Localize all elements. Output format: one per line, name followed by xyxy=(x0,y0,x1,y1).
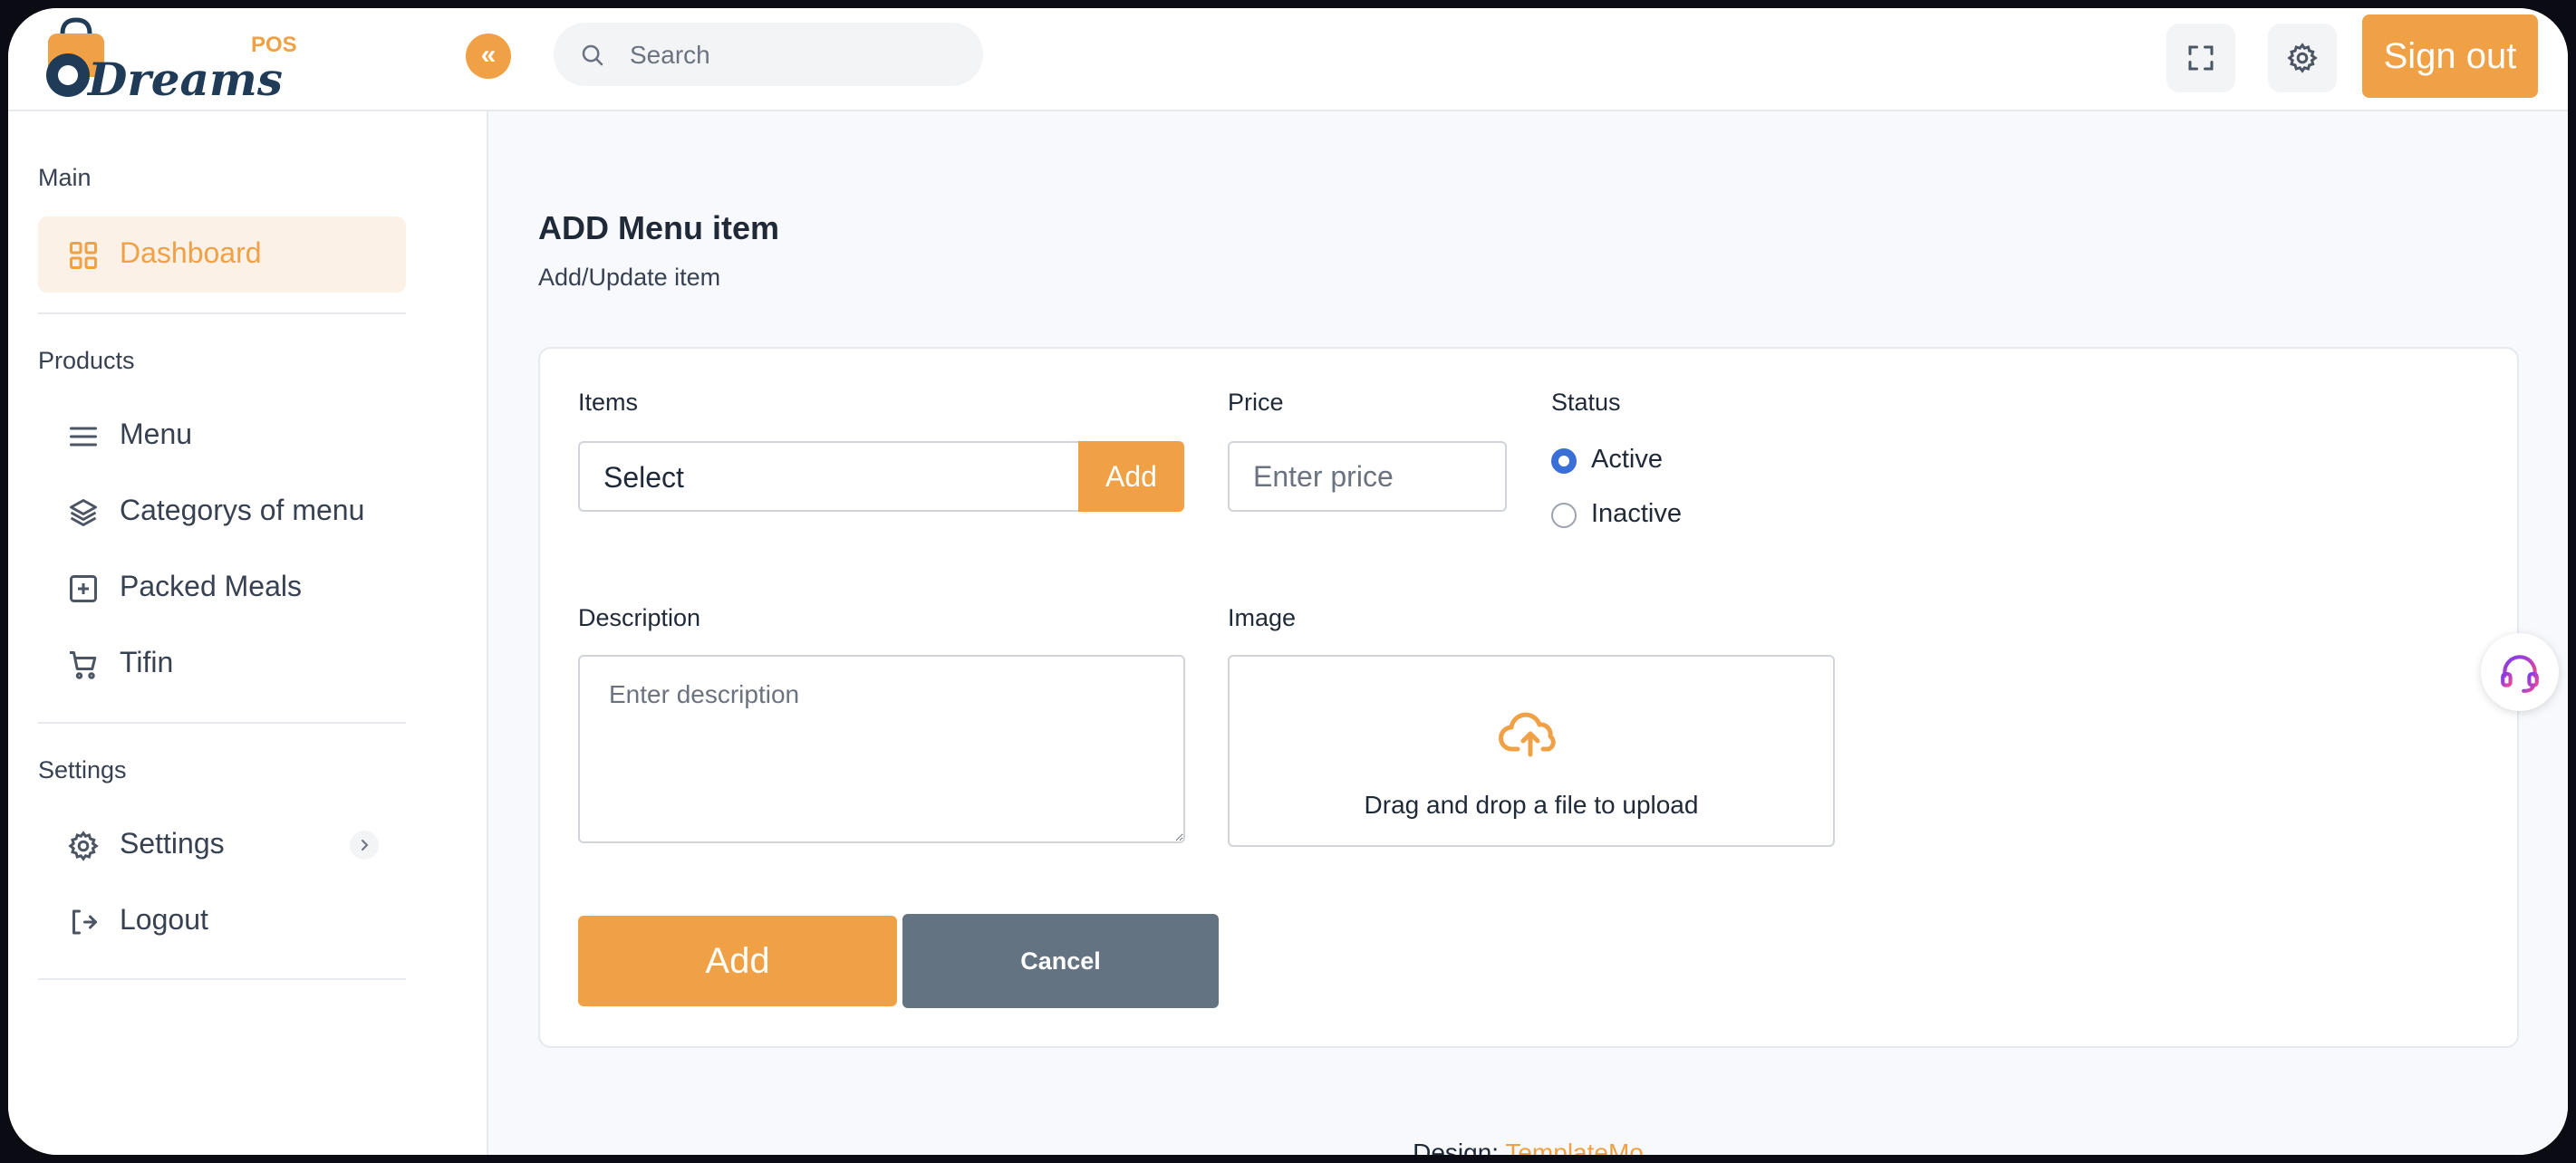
main-content: ADD Menu item Add/Update item Items Sele… xyxy=(488,111,2568,1155)
search-icon xyxy=(582,44,603,66)
cloud-upload-icon xyxy=(1499,712,1556,757)
search-bar[interactable] xyxy=(554,23,983,86)
price-input[interactable] xyxy=(1228,441,1507,512)
double-chevron-left-icon: « xyxy=(480,40,497,70)
upload-text: Drag and drop a file to upload xyxy=(1364,791,1699,819)
logo-badge: POS xyxy=(251,33,297,57)
fullscreen-icon xyxy=(2188,45,2214,71)
description-label: Description xyxy=(578,604,701,631)
image-dropzone[interactable]: Drag and drop a file to upload xyxy=(1228,655,1835,847)
app-window: Dreams POS « Sign out xyxy=(8,8,2568,1155)
logo-text: Dreams xyxy=(86,53,283,103)
description-textarea[interactable] xyxy=(578,655,1185,843)
logout-icon xyxy=(72,909,97,935)
sidebar-item-categories[interactable]: Categorys of menu xyxy=(38,474,406,550)
headset-icon xyxy=(2501,655,2539,693)
footer: Design: TemplateMo xyxy=(488,1139,2568,1155)
image-label: Image xyxy=(1228,604,1297,631)
menu-lines-icon xyxy=(70,427,97,447)
settings-button[interactable] xyxy=(2268,24,2337,92)
app-root: Dreams POS « Sign out xyxy=(8,8,2568,1155)
gear-icon xyxy=(68,831,99,861)
sidebar-section-main: Main xyxy=(38,164,92,191)
sidebar-divider xyxy=(38,978,406,980)
status-active-radio[interactable] xyxy=(1551,448,1577,474)
sidebar-item-label: Logout xyxy=(120,903,208,936)
fullscreen-button[interactable] xyxy=(2166,24,2235,92)
page-title: ADD Menu item xyxy=(538,209,780,246)
sidebar-item-label: Dashboard xyxy=(120,236,262,269)
search-input[interactable] xyxy=(628,34,958,77)
items-select[interactable]: Select xyxy=(578,441,1078,512)
sidebar-item-menu[interactable]: Menu xyxy=(38,398,406,474)
gear-icon xyxy=(2287,43,2318,73)
menu-item-form: Items Select Add Price Status Active Ina… xyxy=(538,347,2519,1048)
sidebar-section-settings: Settings xyxy=(38,756,127,783)
plus-square-icon xyxy=(70,575,97,602)
status-label: Status xyxy=(1551,389,1621,416)
footer-link[interactable]: TemplateMo xyxy=(1505,1139,1644,1155)
status-inactive-label[interactable]: Inactive xyxy=(1591,499,1682,529)
status-inactive-radio[interactable] xyxy=(1551,503,1577,528)
sidebar-item-label: Packed Meals xyxy=(120,570,302,602)
brand-logo[interactable]: Dreams POS xyxy=(41,17,313,103)
sidebar-item-label: Menu xyxy=(120,418,193,450)
price-label: Price xyxy=(1228,389,1284,416)
status-active-label[interactable]: Active xyxy=(1591,445,1663,475)
sidebar-item-settings[interactable]: Settings xyxy=(38,807,406,883)
sidebar-item-packed-meals[interactable]: Packed Meals xyxy=(38,550,406,626)
cart-icon xyxy=(70,651,97,679)
support-chat-button[interactable] xyxy=(2481,633,2559,711)
sidebar-item-label: Tifin xyxy=(120,646,174,678)
sidebar-item-logout[interactable]: Logout xyxy=(38,883,406,959)
sidebar-item-label: Settings xyxy=(120,827,225,860)
add-item-button[interactable]: Add xyxy=(1078,441,1184,512)
sidebar-divider xyxy=(38,722,406,724)
collapse-sidebar-button[interactable]: « xyxy=(466,34,511,79)
chevron-right-icon[interactable] xyxy=(350,831,379,860)
sidebar-item-dashboard[interactable]: Dashboard xyxy=(38,216,406,293)
items-label: Items xyxy=(578,389,639,416)
items-select-value: Select xyxy=(603,461,684,494)
footer-prefix: Design: xyxy=(1413,1139,1500,1155)
submit-add-button[interactable]: Add xyxy=(578,916,897,1006)
layers-icon xyxy=(70,499,97,526)
cancel-button[interactable]: Cancel xyxy=(902,914,1219,1008)
page-subtitle: Add/Update item xyxy=(538,264,721,291)
sidebar-section-products: Products xyxy=(38,347,135,374)
sidebar-item-label: Categorys of menu xyxy=(120,494,365,526)
top-header: Dreams POS « Sign out xyxy=(8,8,2568,111)
sidebar: Main Dashboard Products Menu Categorys o… xyxy=(8,111,488,1155)
sign-out-button[interactable]: Sign out xyxy=(2362,14,2538,98)
sidebar-item-tifin[interactable]: Tifin xyxy=(38,626,406,702)
grid-icon xyxy=(70,242,97,269)
sidebar-divider xyxy=(38,312,406,314)
